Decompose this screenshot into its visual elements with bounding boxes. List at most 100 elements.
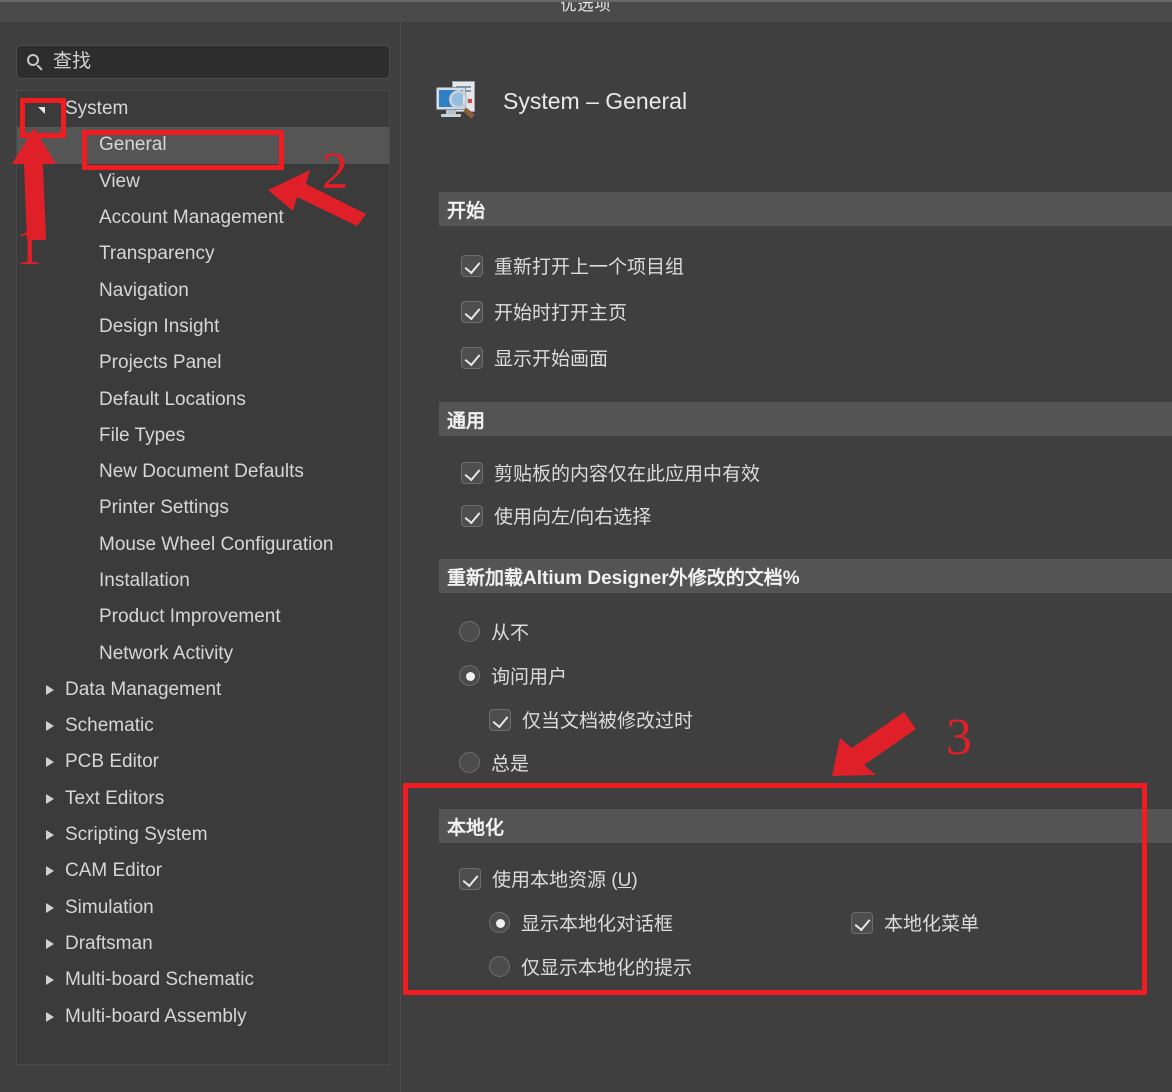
search-icon xyxy=(27,54,44,71)
checkbox-box xyxy=(461,462,483,484)
search-input[interactable]: 查找 xyxy=(16,45,390,79)
radio-reload-always[interactable]: 总是 xyxy=(459,749,529,776)
radio-label: 从不 xyxy=(491,618,529,645)
radio-label: 显示本地化对话框 xyxy=(521,909,673,936)
chevron-right-icon[interactable] xyxy=(41,681,59,699)
checkbox-label: 使用向左/向右选择 xyxy=(494,502,651,529)
checkbox-localized-menus[interactable]: 本地化菜单 xyxy=(851,909,979,936)
checkbox-left-right-selection[interactable]: 使用向左/向右选择 xyxy=(461,502,651,529)
sidebar-item-label: Transparency xyxy=(17,243,214,265)
sidebar-item-text-editors[interactable]: Text Editors xyxy=(17,781,389,817)
sidebar-item-cam-editor[interactable]: CAM Editor xyxy=(17,853,389,889)
section-header-startup: 开始 xyxy=(439,192,1172,226)
sidebar-item-label: Installation xyxy=(17,570,190,592)
checkbox-label: 使用本地资源 (U) xyxy=(492,865,638,892)
sidebar-item-product-improvement[interactable]: Product Improvement xyxy=(17,599,389,635)
checkbox-clipboard-app-only[interactable]: 剪贴板的内容仅在此应用中有效 xyxy=(461,459,760,486)
sidebar-item-general[interactable]: General xyxy=(17,127,389,163)
chevron-right-icon[interactable] xyxy=(41,826,59,844)
radio-dot xyxy=(489,912,510,933)
sidebar-item-label: PCB Editor xyxy=(17,751,159,773)
sidebar-item-mouse-wheel-configuration[interactable]: Mouse Wheel Configuration xyxy=(17,527,389,563)
settings-content-panel: System – General 开始 重新打开上一个项目组 开始时打开主页 显… xyxy=(400,22,1172,1092)
sidebar-item-pcb-editor[interactable]: PCB Editor xyxy=(17,744,389,780)
sidebar-item-schematic[interactable]: Schematic xyxy=(17,708,389,744)
radio-localized-hints-only[interactable]: 仅显示本地化的提示 xyxy=(489,953,692,980)
page-title: System – General xyxy=(503,88,687,115)
chevron-right-icon[interactable] xyxy=(41,862,59,880)
system-general-icon xyxy=(435,80,481,122)
window-title: 优选项 xyxy=(560,0,611,15)
sidebar-item-label: Text Editors xyxy=(17,788,164,810)
radio-dot xyxy=(459,665,480,686)
checkbox-box xyxy=(489,709,511,731)
sidebar-item-account-management[interactable]: Account Management xyxy=(17,200,389,236)
sidebar-item-label: Default Locations xyxy=(17,389,246,411)
section-header-general: 通用 xyxy=(439,402,1172,436)
sidebar-item-navigation[interactable]: Navigation xyxy=(17,272,389,308)
sidebar-item-label: Projects Panel xyxy=(17,352,222,374)
sidebar-item-projects-panel[interactable]: Projects Panel xyxy=(17,345,389,381)
settings-tree[interactable]: System General View Account Management Trans… xyxy=(16,90,390,1065)
sidebar-item-view[interactable]: View xyxy=(17,164,389,200)
chevron-right-icon[interactable] xyxy=(41,717,59,735)
sidebar-item-label: View xyxy=(17,171,140,193)
radio-label: 总是 xyxy=(491,749,529,776)
sidebar-item-multi-board-schematic[interactable]: Multi-board Schematic xyxy=(17,962,389,998)
sidebar-item-file-types[interactable]: File Types xyxy=(17,418,389,454)
radio-display-localized-dialogs[interactable]: 显示本地化对话框 xyxy=(489,909,673,936)
sidebar-item-data-management[interactable]: Data Management xyxy=(17,672,389,708)
chevron-right-icon[interactable] xyxy=(41,1008,59,1026)
radio-label: 仅显示本地化的提示 xyxy=(521,953,692,980)
chevron-right-icon[interactable] xyxy=(41,790,59,808)
sidebar-item-design-insight[interactable]: Design Insight xyxy=(17,309,389,345)
sidebar-item-label: Draftsman xyxy=(17,933,153,955)
sidebar-item-label: Printer Settings xyxy=(17,497,229,519)
sidebar-item-simulation[interactable]: Simulation xyxy=(17,890,389,926)
section-header-localization: 本地化 xyxy=(439,809,1172,843)
sidebar-item-label: Network Activity xyxy=(17,643,233,665)
sidebar-item-transparency[interactable]: Transparency xyxy=(17,236,389,272)
sidebar-item-label: Navigation xyxy=(17,280,189,302)
chevron-right-icon[interactable] xyxy=(41,899,59,917)
checkbox-box xyxy=(461,255,483,277)
sidebar-item-scripting-system[interactable]: Scripting System xyxy=(17,817,389,853)
sidebar-item-label: General xyxy=(17,134,167,156)
checkbox-only-when-modified[interactable]: 仅当文档被修改过时 xyxy=(489,706,693,733)
sidebar-item-label: New Document Defaults xyxy=(17,461,304,483)
radio-reload-ask-user[interactable]: 询问用户 xyxy=(459,662,567,689)
sidebar-item-printer-settings[interactable]: Printer Settings xyxy=(17,490,389,526)
sidebar-item-new-document-defaults[interactable]: New Document Defaults xyxy=(17,454,389,490)
checkbox-box xyxy=(459,868,481,890)
search-placeholder: 查找 xyxy=(53,52,91,73)
checkbox-label: 本地化菜单 xyxy=(884,909,979,936)
checkbox-use-localized-resources[interactable]: 使用本地资源 (U) xyxy=(459,865,638,892)
page-header: System – General xyxy=(401,70,1172,132)
preferences-dialog: 查找 System General View Account Management Tr… xyxy=(0,22,1172,1092)
chevron-down-icon[interactable] xyxy=(33,100,51,118)
sidebar-item-network-activity[interactable]: Network Activity xyxy=(17,635,389,671)
chevron-right-icon[interactable] xyxy=(41,971,59,989)
sidebar-item-default-locations[interactable]: Default Locations xyxy=(17,381,389,417)
sidebar-item-installation[interactable]: Installation xyxy=(17,563,389,599)
checkbox-reopen-last-project-group[interactable]: 重新打开上一个项目组 xyxy=(461,252,684,279)
checkbox-box xyxy=(851,912,873,934)
sidebar-item-label: CAM Editor xyxy=(17,860,162,882)
checkbox-open-home-on-start[interactable]: 开始时打开主页 xyxy=(461,298,627,325)
checkbox-box xyxy=(461,301,483,323)
checkbox-show-splash-screen[interactable]: 显示开始画面 xyxy=(461,344,608,371)
checkbox-box xyxy=(461,347,483,369)
checkbox-label: 显示开始画面 xyxy=(494,344,608,371)
chevron-right-icon[interactable] xyxy=(41,753,59,771)
checkbox-label: 剪贴板的内容仅在此应用中有效 xyxy=(494,459,760,486)
chevron-right-icon[interactable] xyxy=(41,935,59,953)
radio-reload-never[interactable]: 从不 xyxy=(459,618,529,645)
sidebar-item-system[interactable]: System xyxy=(17,91,389,127)
sidebar-item-multi-board-assembly[interactable]: Multi-board Assembly xyxy=(17,998,389,1034)
radio-dot xyxy=(459,752,480,773)
sidebar-item-draftsman[interactable]: Draftsman xyxy=(17,926,389,962)
checkbox-box xyxy=(461,505,483,527)
sidebar-item-label: Design Insight xyxy=(17,316,219,338)
checkbox-label: 仅当文档被修改过时 xyxy=(522,706,693,733)
accelerator-letter: U xyxy=(618,870,632,891)
